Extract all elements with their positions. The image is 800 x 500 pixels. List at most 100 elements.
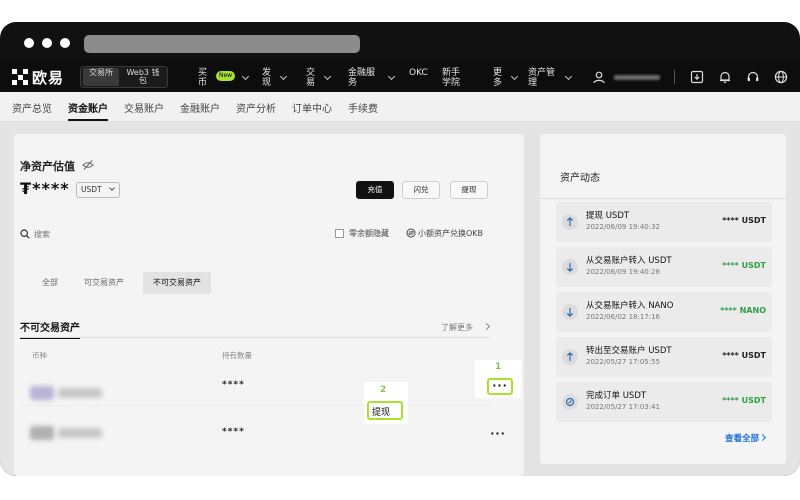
activity-amount: **** USDT (722, 216, 766, 225)
step-number: 1 (495, 362, 502, 372)
search-icon (20, 229, 30, 239)
okx-logo-icon (12, 69, 28, 85)
chevron-down-icon (564, 72, 573, 81)
activity-item[interactable]: 转出至交易账户 USDT 2022/05/27 17:05:55 **** US… (556, 337, 772, 377)
asset-amount: **** (222, 427, 245, 437)
tab-order-center[interactable]: 订单中心 (292, 100, 332, 115)
content-area: 净资产估值 ₮**** USDT 充值 闪兑 提现 零余额隐藏 小额资产兑换OK… (0, 122, 800, 476)
filter-all[interactable]: 全部 (32, 272, 68, 294)
nav-asset-mgmt[interactable]: 资产管理 (528, 68, 558, 88)
tab-trading-account[interactable]: 交易账户 (124, 100, 164, 115)
deposit-button[interactable]: 充值 (356, 181, 394, 199)
tab-funding-account[interactable]: 资金账户 (68, 100, 108, 115)
chevron-down-icon (323, 72, 332, 81)
activity-item[interactable]: 完成订单 USDT 2022/05/27 17:03:41 **** USDT (556, 382, 772, 422)
order-icon (562, 394, 578, 410)
filter-non-tradable[interactable]: 不可交易资产 (143, 272, 211, 294)
activity-amount: **** NANO (720, 306, 766, 315)
table-divider (20, 337, 490, 338)
tab-asset-analysis[interactable]: 资产分析 (236, 100, 276, 115)
nav-divider (674, 70, 675, 84)
token-logo-blurred (30, 386, 54, 400)
window-dot (42, 38, 52, 48)
activity-amount: **** USDT (722, 261, 766, 270)
balance-value: ₮**** (20, 179, 70, 198)
mode-web3-tab[interactable]: Web3 钱包 (121, 68, 165, 86)
asset-amount: **** (222, 380, 245, 390)
eye-hidden-icon[interactable] (82, 159, 94, 171)
tab-finance-account[interactable]: 金融账户 (180, 100, 220, 115)
more-actions-button[interactable]: ··· (490, 379, 510, 392)
top-navigation: 欧易 交易所 Web3 钱包 买币 New 发现 交易 金融服务 OKC 新手学… (0, 62, 800, 92)
hide-zero-label[interactable]: 零余额隐藏 (349, 228, 389, 239)
activity-title-text: 从交易账户转入 NANO (586, 301, 674, 311)
arrow-up-icon (562, 214, 578, 230)
currency-value: USDT (81, 185, 102, 194)
nav-discover[interactable]: 发现 (262, 68, 272, 88)
more-actions-button[interactable]: ··· (488, 427, 508, 440)
activity-title: 资产动态 (560, 173, 600, 184)
nav-buy-coin[interactable]: 买币 (198, 68, 208, 88)
hide-zero-checkbox[interactable] (335, 229, 344, 238)
activity-amount: **** USDT (722, 396, 766, 405)
nav-trade[interactable]: 交易 (306, 68, 316, 88)
globe-icon[interactable] (774, 70, 788, 84)
convert-icon (406, 228, 416, 238)
user-id-blurred (614, 75, 660, 80)
withdraw-button[interactable]: 提现 (450, 181, 488, 199)
non-tradable-section-title: 不可交易资产 (20, 319, 80, 339)
arrow-down-icon (562, 304, 578, 320)
nav-finance[interactable]: 金融服务 (348, 68, 382, 88)
activity-item[interactable]: 从交易账户转入 USDT 2022/06/09 19:40:28 **** US… (556, 247, 772, 287)
nav-okc[interactable]: OKC (409, 68, 428, 78)
activity-time: 2022/05/27 17:03:41 (586, 403, 661, 411)
filter-tradable[interactable]: 可交易资产 (74, 272, 134, 294)
nav-more[interactable]: 更多 (493, 68, 503, 88)
mode-exchange-tab[interactable]: 交易所 (83, 68, 119, 86)
chevron-down-icon (387, 72, 396, 81)
row-divider (20, 405, 490, 406)
net-asset-title: 净资产估值 (20, 160, 75, 173)
window-dot (24, 38, 34, 48)
user-icon[interactable] (592, 70, 606, 84)
token-name-blurred (58, 428, 102, 438)
activity-item[interactable]: 提现 USDT 2022/06/09 19:40:32 **** USDT (556, 202, 772, 242)
small-asset-convert-link[interactable]: 小额资产兑换OKB (418, 228, 483, 239)
activity-item[interactable]: 从交易账户转入 NANO 2022/06/02 18:17:16 **** NA… (556, 292, 772, 332)
search-input[interactable] (34, 228, 234, 240)
view-all-link[interactable]: 查看全部 (725, 432, 759, 444)
activity-title-text: 完成订单 USDT (586, 391, 647, 401)
mode-switch: 交易所 Web3 钱包 (80, 66, 168, 88)
download-icon[interactable] (690, 70, 704, 84)
learn-more-link[interactable]: 了解更多 (441, 322, 473, 333)
address-bar[interactable] (84, 35, 360, 53)
currency-select[interactable]: USDT (76, 182, 120, 198)
new-badge: New (216, 71, 235, 81)
column-header-coin: 币种 (32, 351, 47, 360)
tab-fees[interactable]: 手续费 (348, 100, 378, 115)
chevron-down-icon (109, 185, 115, 191)
step-number: 2 (380, 385, 387, 395)
nav-academy[interactable]: 新手学院 (442, 68, 468, 88)
arrow-up-icon (562, 349, 578, 365)
bell-icon[interactable] (718, 70, 732, 84)
activity-title-text: 从交易账户转入 USDT (586, 256, 672, 266)
convert-button[interactable]: 闪兑 (402, 181, 440, 199)
brand-logo[interactable]: 欧易 (12, 68, 64, 87)
activity-title-text: 提现 USDT (586, 211, 630, 221)
window-dot (60, 38, 70, 48)
activity-divider (540, 198, 786, 199)
account-subnav: 资产总览 资金账户 交易账户 金融账户 资产分析 订单中心 手续费 (0, 92, 800, 122)
active-tab-indicator (68, 119, 108, 121)
activity-title-text: 转出至交易账户 USDT (586, 346, 672, 356)
activity-time: 2022/05/27 17:05:55 (586, 358, 661, 366)
chevron-down-icon (241, 72, 250, 81)
token-name-blurred (58, 388, 102, 398)
tab-asset-overview[interactable]: 资产总览 (12, 100, 52, 115)
chevron-down-icon (510, 72, 519, 81)
headset-icon[interactable] (746, 70, 760, 84)
browser-titlebar (0, 22, 800, 62)
activity-time: 2022/06/02 18:17:16 (586, 313, 661, 321)
activity-time: 2022/06/09 19:40:32 (586, 223, 661, 231)
menu-item-withdraw[interactable]: 提现 (372, 405, 390, 418)
